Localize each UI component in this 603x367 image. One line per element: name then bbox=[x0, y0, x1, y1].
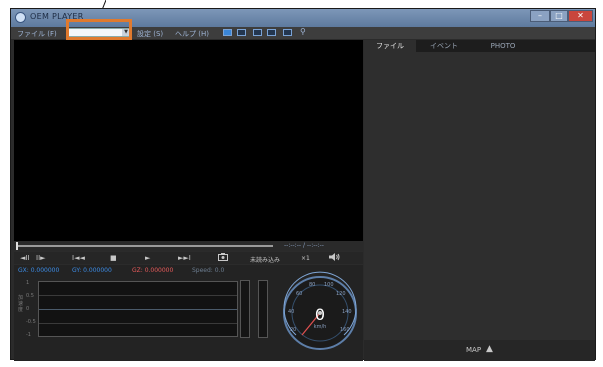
speed-readout: 0 bbox=[315, 305, 325, 324]
playback-controls: ◄II II► I◄◄ ■ ► ►►I 未読み込み ×1 bbox=[14, 252, 363, 264]
app-icon bbox=[15, 12, 26, 23]
speed-mark-160: 160 bbox=[340, 327, 350, 333]
tab-file[interactable]: ファイル bbox=[364, 40, 416, 52]
g-sensor-panel: GX: 0.000000 GY: 0.000000 GZ: 0.000000 S… bbox=[14, 265, 363, 361]
speed-mark-20: 20 bbox=[290, 327, 296, 333]
seek-row: --:--:-- / --:--:-- bbox=[14, 241, 363, 251]
y-tick-0-5: 0.5 bbox=[26, 293, 34, 299]
speed-unit: km/h bbox=[314, 324, 327, 330]
menu-help[interactable]: ヘルプ (H) bbox=[175, 29, 209, 39]
y-tick-neg-0-5: -0.5 bbox=[26, 319, 36, 325]
speed-mark-40: 40 bbox=[288, 309, 294, 315]
skip-forward-button[interactable]: ►►I bbox=[178, 254, 191, 262]
speed-bar bbox=[240, 280, 250, 338]
speed-mark-100: 100 bbox=[324, 282, 334, 288]
g-axis-label: 加速度 bbox=[18, 295, 24, 313]
speed-mark-80: 80 bbox=[309, 282, 315, 288]
skip-back-button[interactable]: I◄◄ bbox=[72, 254, 85, 262]
accel-bar bbox=[258, 280, 268, 338]
gz-value: GZ: 0.000000 bbox=[132, 267, 174, 274]
layout-5-icon[interactable] bbox=[283, 29, 292, 36]
layout-4-icon[interactable] bbox=[267, 29, 276, 36]
layout-1-icon[interactable] bbox=[223, 29, 232, 36]
y-tick-0: 0 bbox=[26, 306, 30, 312]
speed-multiplier[interactable]: ×1 bbox=[301, 255, 310, 262]
minimize-icon[interactable]: – bbox=[530, 10, 550, 22]
speaker-icon[interactable] bbox=[329, 253, 340, 263]
unread-label: 未読み込み bbox=[250, 257, 281, 264]
map-toggle[interactable]: MAP ▲ bbox=[364, 340, 595, 361]
speed-mark-140: 140 bbox=[342, 309, 352, 315]
gx-value: GX: 0.000000 bbox=[18, 267, 60, 274]
highlight-box bbox=[66, 19, 132, 40]
menu-settings[interactable]: 設定 (S) bbox=[137, 29, 163, 39]
chevron-up-icon: ▲ bbox=[486, 344, 493, 354]
layout-3-icon[interactable] bbox=[253, 29, 262, 36]
y-tick-1: 1 bbox=[26, 280, 30, 286]
close-icon[interactable]: ✕ bbox=[568, 10, 593, 22]
side-panel-tabs: ファイル イベント PHOTO bbox=[364, 40, 595, 52]
maximize-icon[interactable]: □ bbox=[550, 10, 568, 22]
tab-event[interactable]: イベント bbox=[416, 40, 472, 52]
side-panel: ファイル イベント PHOTO MAP ▲ bbox=[364, 40, 595, 361]
speedometer: 20 40 60 80 100 120 140 160 0 km/h bbox=[283, 271, 357, 350]
y-tick-neg-1: -1 bbox=[26, 332, 31, 338]
play-button[interactable]: ► bbox=[145, 254, 150, 262]
tab-photo[interactable]: PHOTO bbox=[472, 40, 534, 52]
stop-button[interactable]: ■ bbox=[110, 254, 117, 262]
video-area[interactable] bbox=[14, 40, 363, 241]
layout-2-icon[interactable] bbox=[237, 29, 246, 36]
menu-file[interactable]: ファイル (F) bbox=[17, 29, 57, 39]
map-label: MAP bbox=[466, 346, 482, 354]
next-frame-button[interactable]: II► bbox=[36, 254, 46, 262]
player-window: OEM PLAYER – □ ✕ ファイル (F) ▼ 設定 (S) ヘルプ (… bbox=[10, 8, 596, 361]
camera-icon[interactable] bbox=[218, 253, 228, 263]
zoom-icon[interactable]: ⚲ bbox=[300, 27, 306, 36]
seek-handle[interactable] bbox=[16, 242, 18, 250]
prev-frame-button[interactable]: ◄II bbox=[20, 254, 30, 262]
g-sensor-graph bbox=[38, 281, 238, 337]
speed-value: Speed: 0.0 bbox=[192, 267, 225, 274]
seek-bar[interactable] bbox=[18, 245, 273, 247]
speed-mark-120: 120 bbox=[336, 291, 346, 297]
gy-value: GY: 0.000000 bbox=[72, 267, 112, 274]
speed-mark-60: 60 bbox=[296, 291, 302, 297]
time-display: --:--:-- / --:--:-- bbox=[284, 242, 324, 249]
